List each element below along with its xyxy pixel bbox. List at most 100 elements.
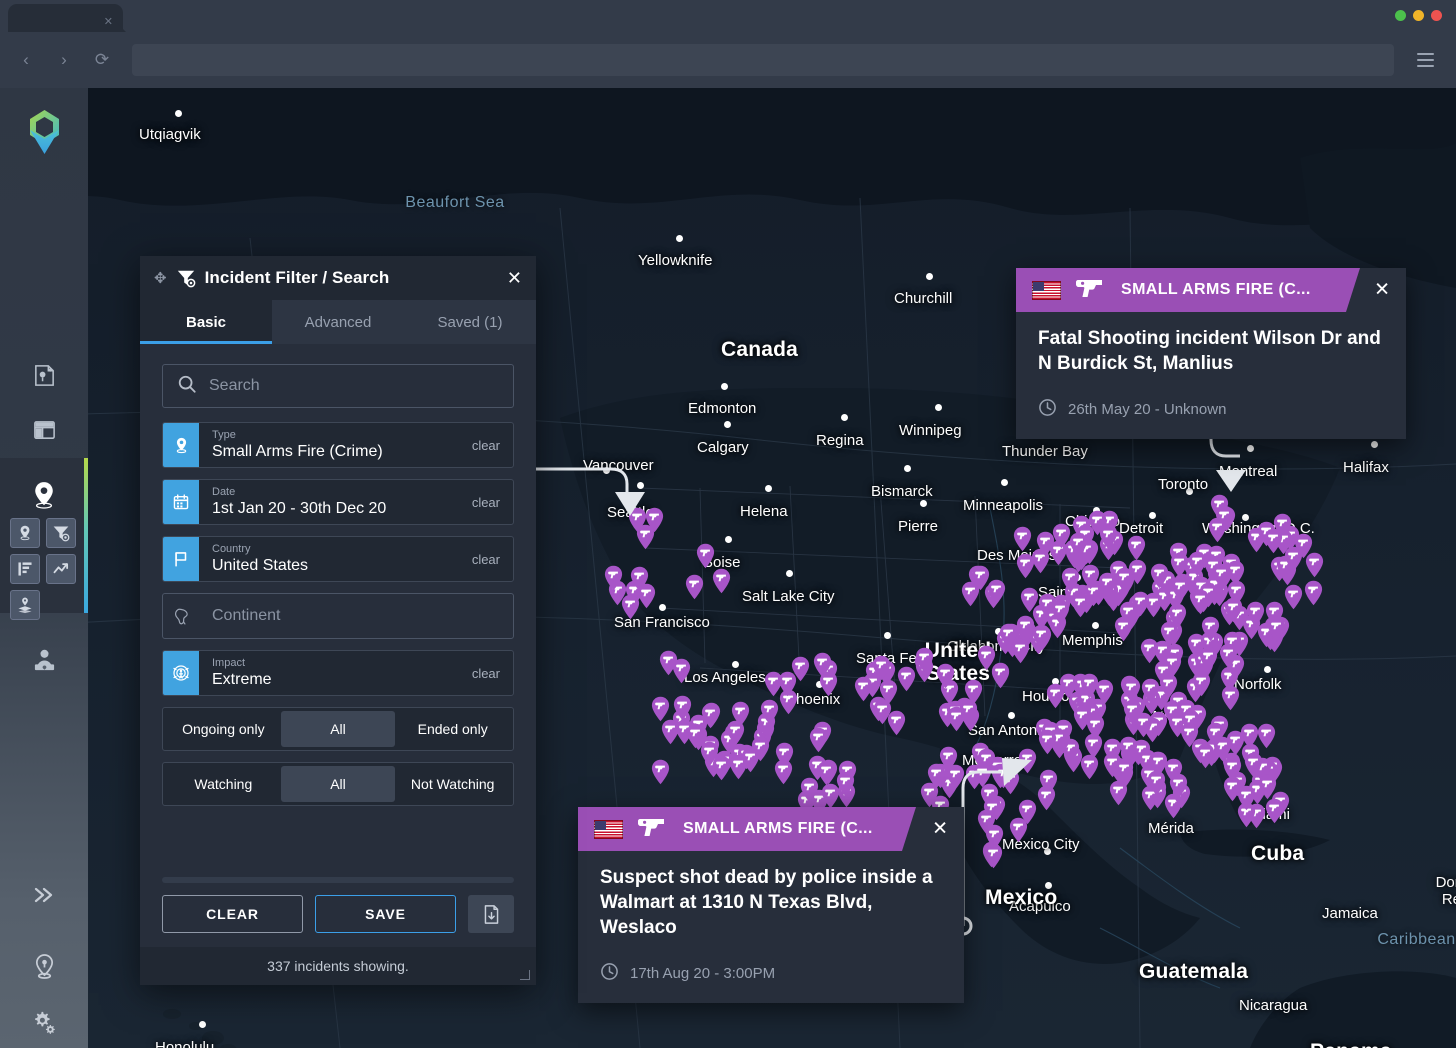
- window-minimize-dot[interactable]: [1395, 10, 1406, 21]
- popup-header: SMALL ARMS FIRE (C... ✕: [578, 807, 964, 851]
- panel-actions: CLEAR SAVE: [140, 883, 536, 947]
- calendar-icon: [163, 480, 199, 524]
- handgun-icon: [636, 816, 670, 843]
- segment-ended-only[interactable]: Ended only: [395, 711, 510, 747]
- filter-settings-icon[interactable]: [46, 518, 76, 548]
- handgun-icon: [1074, 277, 1108, 304]
- layers-pin-icon[interactable]: [10, 590, 40, 620]
- dashboard-panels-icon[interactable]: [27, 413, 61, 447]
- window-maximize-dot[interactable]: [1413, 10, 1424, 21]
- popup-meta: 26th May 20 - Unknown: [1016, 384, 1406, 439]
- download-file-icon[interactable]: [468, 895, 514, 933]
- new-incident-report-icon[interactable]: [27, 358, 61, 392]
- clear-impact-button[interactable]: clear: [472, 666, 513, 681]
- save-button[interactable]: SAVE: [315, 895, 456, 933]
- left-sidebar: [0, 88, 88, 1048]
- filter-row-date[interactable]: Date 1st Jan 20 - 30th Dec 20 clear: [162, 479, 514, 525]
- filter-value-date: 1st Jan 20 - 30th Dec 20: [212, 500, 387, 517]
- sidebar-active-accent: [84, 458, 88, 613]
- filter-row-country[interactable]: Country United States clear: [162, 536, 514, 582]
- clear-country-button[interactable]: clear: [472, 552, 513, 567]
- pin-tool-icon[interactable]: [10, 518, 40, 548]
- popup-meta: 17th Aug 20 - 3:00PM: [578, 948, 964, 1003]
- filter-label-country: Country: [212, 543, 251, 555]
- tab-close-icon[interactable]: ✕: [104, 17, 113, 28]
- flag-icon: [163, 537, 199, 581]
- segment-watching-all[interactable]: All: [280, 766, 396, 802]
- clock-icon: [1038, 398, 1057, 421]
- panel-resize-grip[interactable]: [520, 970, 530, 980]
- popup-title: Suspect shot dead by police inside a Wal…: [600, 867, 933, 938]
- us-flag-icon: [1032, 281, 1061, 300]
- popup-timestamp: 26th May 20 - Unknown: [1068, 401, 1227, 418]
- browser-chrome: ✕ ‹ › ⟳: [0, 0, 1456, 88]
- alerts-pin-icon[interactable]: [27, 949, 61, 983]
- segment-ongoing-only[interactable]: Ongoing only: [166, 711, 281, 747]
- popup-body: Fatal Shooting incident Wilson Dr and N …: [1016, 312, 1406, 384]
- popup-type-label: SMALL ARMS FIRE (C...: [683, 820, 873, 837]
- panel-close-icon[interactable]: ✕: [507, 269, 522, 287]
- popup-type-banner: SMALL ARMS FIRE (C...: [578, 807, 916, 851]
- filter-row-impact[interactable]: Impact Extreme clear: [162, 650, 514, 696]
- segment-watching[interactable]: Watching: [166, 766, 281, 802]
- filter-row-text: Country United States: [199, 537, 472, 581]
- bar-chart-icon[interactable]: [10, 554, 40, 584]
- tab-strip: ✕: [0, 0, 1456, 38]
- segment-status-all[interactable]: All: [280, 711, 396, 747]
- map-pin-icon: [163, 423, 199, 467]
- filter-label-impact: Impact: [212, 657, 246, 669]
- popup-close-icon[interactable]: ✕: [1374, 281, 1390, 300]
- tab-basic[interactable]: Basic: [140, 300, 272, 344]
- popup-type-banner: SMALL ARMS FIRE (C...: [1016, 268, 1360, 312]
- watching-segment[interactable]: Watching All Not Watching: [162, 762, 514, 806]
- filter-value-country: United States: [212, 557, 309, 574]
- location-pin-logo[interactable]: [26, 108, 63, 156]
- expand-chevrons-icon[interactable]: [27, 878, 61, 912]
- popup-title: Fatal Shooting incident Wilson Dr and N …: [1038, 328, 1381, 374]
- popup-manlius[interactable]: SMALL ARMS FIRE (C... ✕ Fatal Shooting i…: [1016, 268, 1406, 439]
- continent-icon: [163, 607, 199, 626]
- popup-header: SMALL ARMS FIRE (C... ✕: [1016, 268, 1406, 312]
- panel-header: ✥ Incident Filter / Search ✕: [140, 256, 536, 300]
- user-analyst-icon[interactable]: [27, 643, 61, 677]
- incident-filter-panel[interactable]: ✥ Incident Filter / Search ✕ Basic Advan…: [140, 256, 536, 985]
- filter-row-text: Type Small Arms Fire (Crime): [199, 423, 472, 467]
- map-pin-icon[interactable]: [27, 478, 61, 512]
- incident-count-status: 337 incidents showing.: [267, 958, 409, 974]
- reload-icon[interactable]: ⟳: [88, 46, 116, 74]
- clear-date-button[interactable]: clear: [472, 495, 513, 510]
- application: Utqiagvik Yellowknife Churchill Edmonton Cal…: [0, 88, 1456, 1048]
- status-segment[interactable]: Ongoing only All Ended only: [162, 707, 514, 751]
- clock-icon: [600, 962, 619, 985]
- tab-saved[interactable]: Saved (1): [404, 300, 536, 344]
- settings-gears-icon[interactable]: [27, 1005, 61, 1039]
- filter-label-type: Type: [212, 429, 236, 441]
- impact-icon: [163, 651, 199, 695]
- forward-icon[interactable]: ›: [50, 46, 78, 74]
- window-close-dot[interactable]: [1431, 10, 1442, 21]
- filter-row-text: Impact Extreme: [199, 651, 472, 695]
- popup-timestamp: 17th Aug 20 - 3:00PM: [630, 965, 776, 982]
- hamburger-menu-icon[interactable]: [1408, 44, 1442, 76]
- popup-body: Suspect shot dead by police inside a Wal…: [578, 851, 964, 948]
- url-bar[interactable]: [132, 44, 1394, 76]
- us-flag-icon: [594, 820, 623, 839]
- filter-row-type[interactable]: Type Small Arms Fire (Crime) clear: [162, 422, 514, 468]
- filter-row-continent[interactable]: Continent: [162, 593, 514, 639]
- window-controls[interactable]: [1395, 10, 1442, 21]
- popup-type-label: SMALL ARMS FIRE (C...: [1121, 281, 1311, 298]
- search-box[interactable]: [162, 364, 514, 408]
- clear-type-button[interactable]: clear: [472, 438, 513, 453]
- clear-button[interactable]: CLEAR: [162, 895, 303, 933]
- popup-weslaco[interactable]: SMALL ARMS FIRE (C... ✕ Suspect shot dea…: [578, 807, 964, 1003]
- panel-drag-handle-icon[interactable]: ✥: [154, 269, 167, 287]
- segment-not-watching[interactable]: Not Watching: [395, 766, 510, 802]
- trend-line-icon[interactable]: [46, 554, 76, 584]
- panel-title: Incident Filter / Search: [204, 268, 390, 287]
- filter-placeholder-continent: Continent: [212, 607, 281, 624]
- browser-toolbar: ‹ › ⟳: [0, 32, 1456, 88]
- tab-advanced[interactable]: Advanced: [272, 300, 404, 344]
- back-icon[interactable]: ‹: [12, 46, 40, 74]
- popup-close-icon[interactable]: ✕: [932, 820, 948, 839]
- search-input[interactable]: [209, 377, 499, 395]
